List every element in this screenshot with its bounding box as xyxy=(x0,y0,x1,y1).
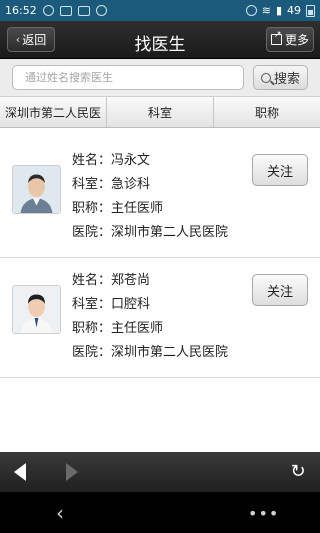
avatar xyxy=(12,285,61,334)
system-back-icon[interactable]: ‹ xyxy=(56,503,64,523)
check-icon xyxy=(95,5,107,16)
message-icon xyxy=(77,5,90,16)
alarm-icon xyxy=(245,5,257,16)
qq-icon xyxy=(42,5,54,16)
doctor-hospital: 医院：深圳市第二人民医院 xyxy=(72,345,229,360)
avatar xyxy=(12,165,61,214)
image-icon xyxy=(59,5,72,16)
more-button-label: 更多 xyxy=(284,33,309,47)
list-item[interactable]: 姓名：冯永文 科室：急诊科 职称：主任医师 医院：深圳市第二人民医院 关注 xyxy=(0,138,320,258)
filter-title[interactable]: 职称 xyxy=(214,97,320,127)
status-time: 16:52 xyxy=(5,4,37,17)
more-button[interactable]: 更多 xyxy=(266,27,314,52)
doctor-hospital: 医院：深圳市第二人民医院 xyxy=(72,225,229,240)
doctor-department: 科室：急诊科 xyxy=(72,177,151,192)
wifi-icon: ≋ xyxy=(261,4,271,17)
follow-button[interactable]: 关注 xyxy=(252,274,308,306)
signal-icon: ▮ xyxy=(275,4,282,17)
battery-icon xyxy=(306,4,315,17)
filter-hospital[interactable]: 深圳市第二人民医 xyxy=(0,97,107,127)
search-bar: 搜索 xyxy=(0,59,320,97)
doctor-name: 姓名：冯永文 xyxy=(72,153,151,168)
browser-nav-bar: ↻ xyxy=(0,452,320,492)
search-icon xyxy=(260,72,271,83)
doctor-info: 姓名：冯永文 科室：急诊科 职称：主任医师 医院：深圳市第二人民医院 xyxy=(72,149,228,245)
status-bar: 16:52 ≋ ▮ 49 xyxy=(0,0,320,21)
system-menu-icon[interactable]: ••• xyxy=(248,504,279,523)
battery-level: 49 xyxy=(287,4,301,17)
share-icon xyxy=(270,30,282,45)
doctor-name: 姓名：郑苍尚 xyxy=(72,273,151,288)
search-input[interactable] xyxy=(12,65,244,90)
list-item[interactable]: 姓名：郑苍尚 科室：口腔科 职称：主任医师 医院：深圳市第二人民医院 关注 xyxy=(0,258,320,378)
doctor-title: 职称：主任医师 xyxy=(72,201,164,216)
follow-button[interactable]: 关注 xyxy=(252,154,308,186)
doctor-title: 职称：主任医师 xyxy=(72,321,164,336)
filter-tabs: 深圳市第二人民医 科室 职称 xyxy=(0,97,320,128)
search-button[interactable]: 搜索 xyxy=(253,65,308,90)
back-arrow-icon[interactable] xyxy=(14,463,26,481)
filter-department[interactable]: 科室 xyxy=(107,97,214,127)
system-nav-bar: ‹ ••• xyxy=(0,492,320,533)
refresh-icon[interactable]: ↻ xyxy=(288,462,308,482)
doctor-list: 姓名：冯永文 科室：急诊科 职称：主任医师 医院：深圳市第二人民医院 关注 姓名… xyxy=(0,138,320,378)
doctor-department: 科室：口腔科 xyxy=(72,297,151,312)
title-bar: ‹ 返回 找医生 更多 xyxy=(0,21,320,59)
forward-arrow-icon[interactable] xyxy=(66,463,78,481)
doctor-info: 姓名：郑苍尚 科室：口腔科 职称：主任医师 医院：深圳市第二人民医院 xyxy=(72,269,228,365)
search-button-label: 搜索 xyxy=(273,72,300,87)
